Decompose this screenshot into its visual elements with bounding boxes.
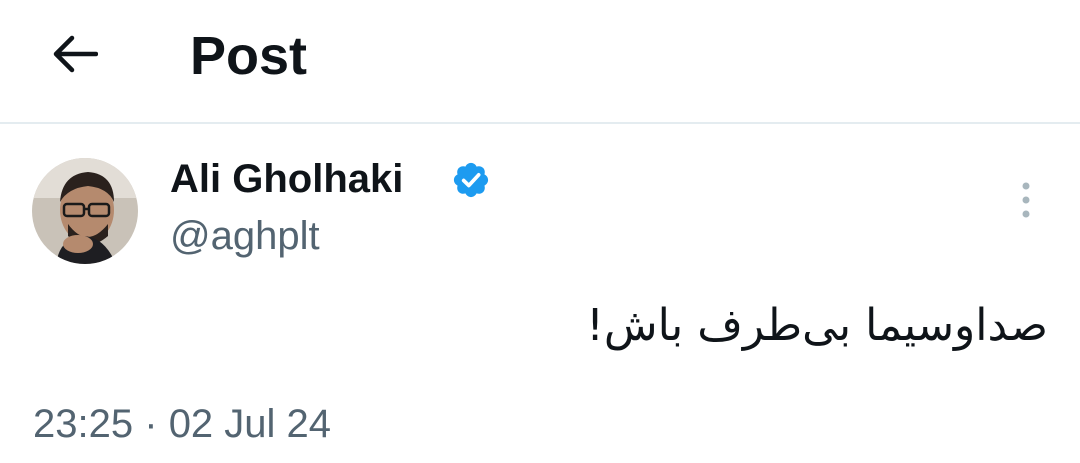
more-vertical-icon [1022,182,1030,218]
post-date[interactable]: 02 Jul 24 [169,402,331,446]
post-time[interactable]: 23:25 [33,402,133,446]
author-handle[interactable]: @aghplt [170,210,320,262]
app-header: Post [0,0,1080,124]
back-button[interactable] [40,22,110,86]
avatar[interactable] [32,158,138,264]
arrow-left-icon [53,35,98,73]
avatar-photo [32,158,138,264]
author-name[interactable]: Ali Gholhaki [170,153,403,205]
page-title: Post [190,26,308,86]
more-options-button[interactable] [1004,176,1048,224]
verified-badge-icon[interactable] [451,160,491,200]
post-text: صداوسیما بی‌طرف باش! [586,300,1048,351]
post-timestamp: 23:25 · 02 Jul 24 [33,398,331,450]
timestamp-separator: · [144,402,158,446]
